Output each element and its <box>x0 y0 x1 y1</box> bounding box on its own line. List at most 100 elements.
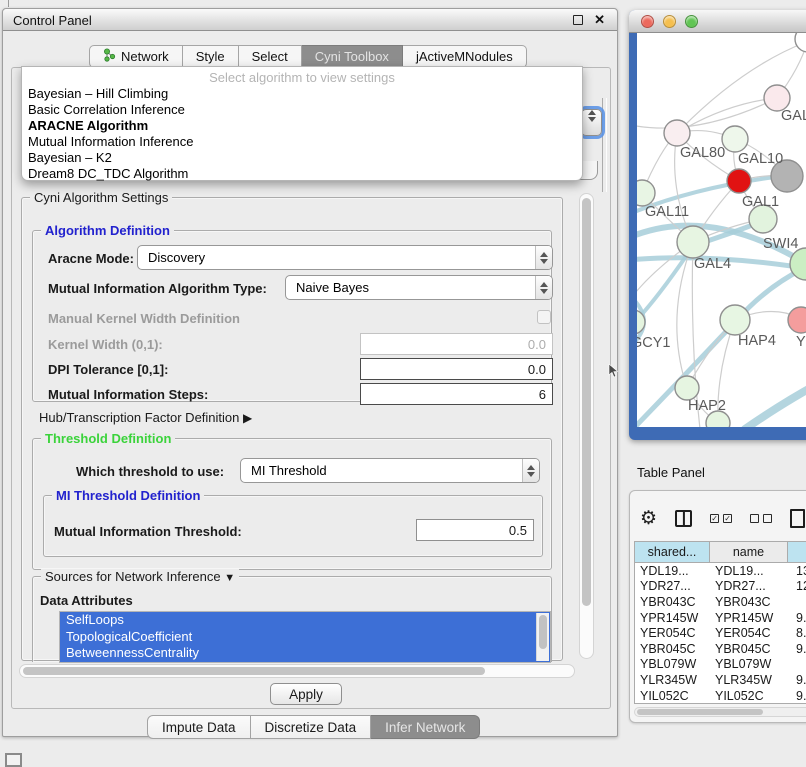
network-node-label: GCY1 <box>637 335 671 351</box>
document-icon[interactable] <box>790 509 805 528</box>
expand-right-icon: ▶ <box>243 411 252 425</box>
aracne-mode-combobox[interactable]: Discovery <box>137 245 553 270</box>
table-cell: YPR145W <box>635 610 710 626</box>
table-cell: YBL079W <box>635 657 710 673</box>
table-cell: 9. <box>788 610 806 626</box>
dropdown-item[interactable]: Mutual Information Inference <box>22 134 582 150</box>
tab-infer-network[interactable]: Infer Network <box>371 715 480 739</box>
table-panel-title: Table Panel <box>637 465 705 480</box>
table-cell: 12 <box>788 579 806 595</box>
settings-horizontal-scrollbar[interactable] <box>19 664 575 678</box>
dropdown-item[interactable]: Bayesian – Hill Climbing <box>22 86 582 102</box>
table-row[interactable]: YBR043CYBR043C <box>635 594 806 610</box>
attribute-item[interactable]: SelfLoops <box>60 612 550 629</box>
table-horizontal-scrollbar[interactable] <box>634 707 806 717</box>
network-node[interactable] <box>675 376 699 400</box>
tab-style[interactable]: Style <box>183 45 239 68</box>
table-row[interactable]: YDL19...YDL19...13 <box>635 563 806 579</box>
mi-steps-input[interactable]: 6 <box>360 383 553 405</box>
node-table: shared... name A YDL19...YDL19...13YDR27… <box>634 541 806 704</box>
zoom-traffic-light-icon[interactable] <box>685 15 698 28</box>
table-cell: YDR27... <box>635 579 710 595</box>
aracne-mode-label: Aracne Mode: <box>48 251 134 266</box>
deselect-all-checkboxes-icon[interactable] <box>750 514 772 523</box>
obscured-combobox-button[interactable] <box>581 109 602 136</box>
network-node[interactable] <box>727 169 751 193</box>
table-cell: YBR043C <box>710 594 788 610</box>
table-header-row: shared... name A <box>635 542 806 563</box>
table-row[interactable]: YLR345WYLR345W9. <box>635 672 806 688</box>
column-header-name[interactable]: name <box>710 542 788 563</box>
table-toolbar: ⚙ ✓✓ <box>640 503 805 533</box>
network-node[interactable] <box>722 126 748 152</box>
network-node-label: GAL1 <box>742 194 779 210</box>
table-cell: YER054C <box>635 625 710 641</box>
network-node[interactable] <box>788 307 806 333</box>
hub-definition-toggle[interactable]: Hub/Transcription Factor Definition ▶ <box>39 410 252 425</box>
tab-impute-data[interactable]: Impute Data <box>147 715 251 739</box>
attribute-item[interactable]: gal4RGexp <box>60 662 550 664</box>
table-row[interactable]: YPR145WYPR145W9. <box>635 610 806 626</box>
network-node[interactable] <box>795 33 806 52</box>
mi-threshold-group: MI Threshold Definition Mutual Informati… <box>43 495 543 557</box>
tab-network[interactable]: Network <box>89 45 183 68</box>
combo-stepper-icon <box>535 276 552 299</box>
network-node[interactable] <box>677 226 709 258</box>
table-cell: YDR27... <box>710 579 788 595</box>
dropdown-item[interactable]: Basic Correlation Inference <box>22 102 582 118</box>
apply-button[interactable]: Apply <box>270 683 342 705</box>
column-header-partial[interactable]: A <box>788 542 806 563</box>
close-traffic-light-icon[interactable] <box>641 15 654 28</box>
network-edge[interactable] <box>637 98 777 128</box>
network-node[interactable] <box>637 180 655 206</box>
select-all-checkboxes-icon[interactable]: ✓✓ <box>710 514 732 523</box>
table-cell: YIL052C <box>710 688 788 704</box>
dropdown-item-selected[interactable]: ARACNE Algorithm <box>22 118 582 134</box>
table-panel: ⚙ ✓✓ shared... name A YDL19...YDL19...13… <box>629 490 806 723</box>
table-cell: YPR145W <box>710 610 788 626</box>
dropdown-item[interactable]: Dream8 DC_TDC Algorithm <box>22 166 582 182</box>
dpi-tolerance-input[interactable]: 0.0 <box>360 358 553 380</box>
table-cell: YBL079W <box>710 657 788 673</box>
tab-jactivemnodules[interactable]: jActiveMNodules <box>403 45 527 68</box>
control-panel-titlebar[interactable]: Control Panel ✕ <box>3 9 617 31</box>
bottom-tabbar: Impute Data Discretize Data Infer Networ… <box>147 715 480 739</box>
manual-kernel-checkbox[interactable] <box>537 310 551 324</box>
table-row[interactable]: YDR27...YDR27...12 <box>635 579 806 595</box>
tab-discretize-data[interactable]: Discretize Data <box>251 715 372 739</box>
table-row[interactable]: YBR045CYBR045C9. <box>635 641 806 657</box>
network-node-label: SWI4 <box>763 236 798 252</box>
attribute-item[interactable]: BetweennessCentrality <box>60 645 550 662</box>
table-row[interactable]: YIL052CYIL052C9. <box>635 688 806 704</box>
network-view-window: GALGAL80GAL10GAL11GAL1SWI4GAL4GCY1HAP4YH… <box>629 10 806 440</box>
network-node[interactable] <box>664 120 690 146</box>
gear-icon[interactable]: ⚙ <box>640 509 657 528</box>
table-row[interactable]: YBL079WYBL079W <box>635 657 806 673</box>
mi-threshold-input[interactable]: 0.5 <box>416 519 534 541</box>
tab-select[interactable]: Select <box>239 45 302 68</box>
network-edge[interactable] <box>677 98 777 133</box>
close-icon[interactable]: ✕ <box>594 12 605 28</box>
network-canvas[interactable]: GALGAL80GAL10GAL11GAL1SWI4GAL4GCY1HAP4YH… <box>637 33 806 427</box>
data-attributes-label: Data Attributes <box>40 593 133 608</box>
column-header-shared-name[interactable]: shared... <box>635 542 710 563</box>
minimize-traffic-light-icon[interactable] <box>663 15 676 28</box>
settings-vertical-scrollbar[interactable] <box>579 193 594 659</box>
mi-type-combobox[interactable]: Naive Bayes <box>285 275 553 300</box>
kernel-width-input[interactable]: 0.0 <box>360 333 553 355</box>
obscured-groupbox-edge <box>602 98 607 192</box>
dropdown-item[interactable]: Bayesian – K2 <box>22 150 582 166</box>
which-threshold-combobox[interactable]: MI Threshold <box>240 458 540 483</box>
network-window-titlebar[interactable] <box>629 10 806 33</box>
minimized-panel-icon[interactable] <box>5 753 22 767</box>
combo-stepper-icon <box>535 246 552 269</box>
sources-title[interactable]: Sources for Network Inference ▼ <box>41 569 239 584</box>
attribute-item[interactable]: TopologicalCoefficient <box>60 629 550 646</box>
network-edge[interactable] <box>745 378 806 427</box>
float-window-icon[interactable] <box>573 15 583 25</box>
attribute-list-scrollbar[interactable] <box>536 613 549 661</box>
network-node[interactable] <box>720 305 750 335</box>
tab-cyni-toolbox[interactable]: Cyni Toolbox <box>302 45 403 68</box>
column-layout-icon[interactable] <box>675 510 692 527</box>
table-row[interactable]: YER054CYER054C8. <box>635 625 806 641</box>
